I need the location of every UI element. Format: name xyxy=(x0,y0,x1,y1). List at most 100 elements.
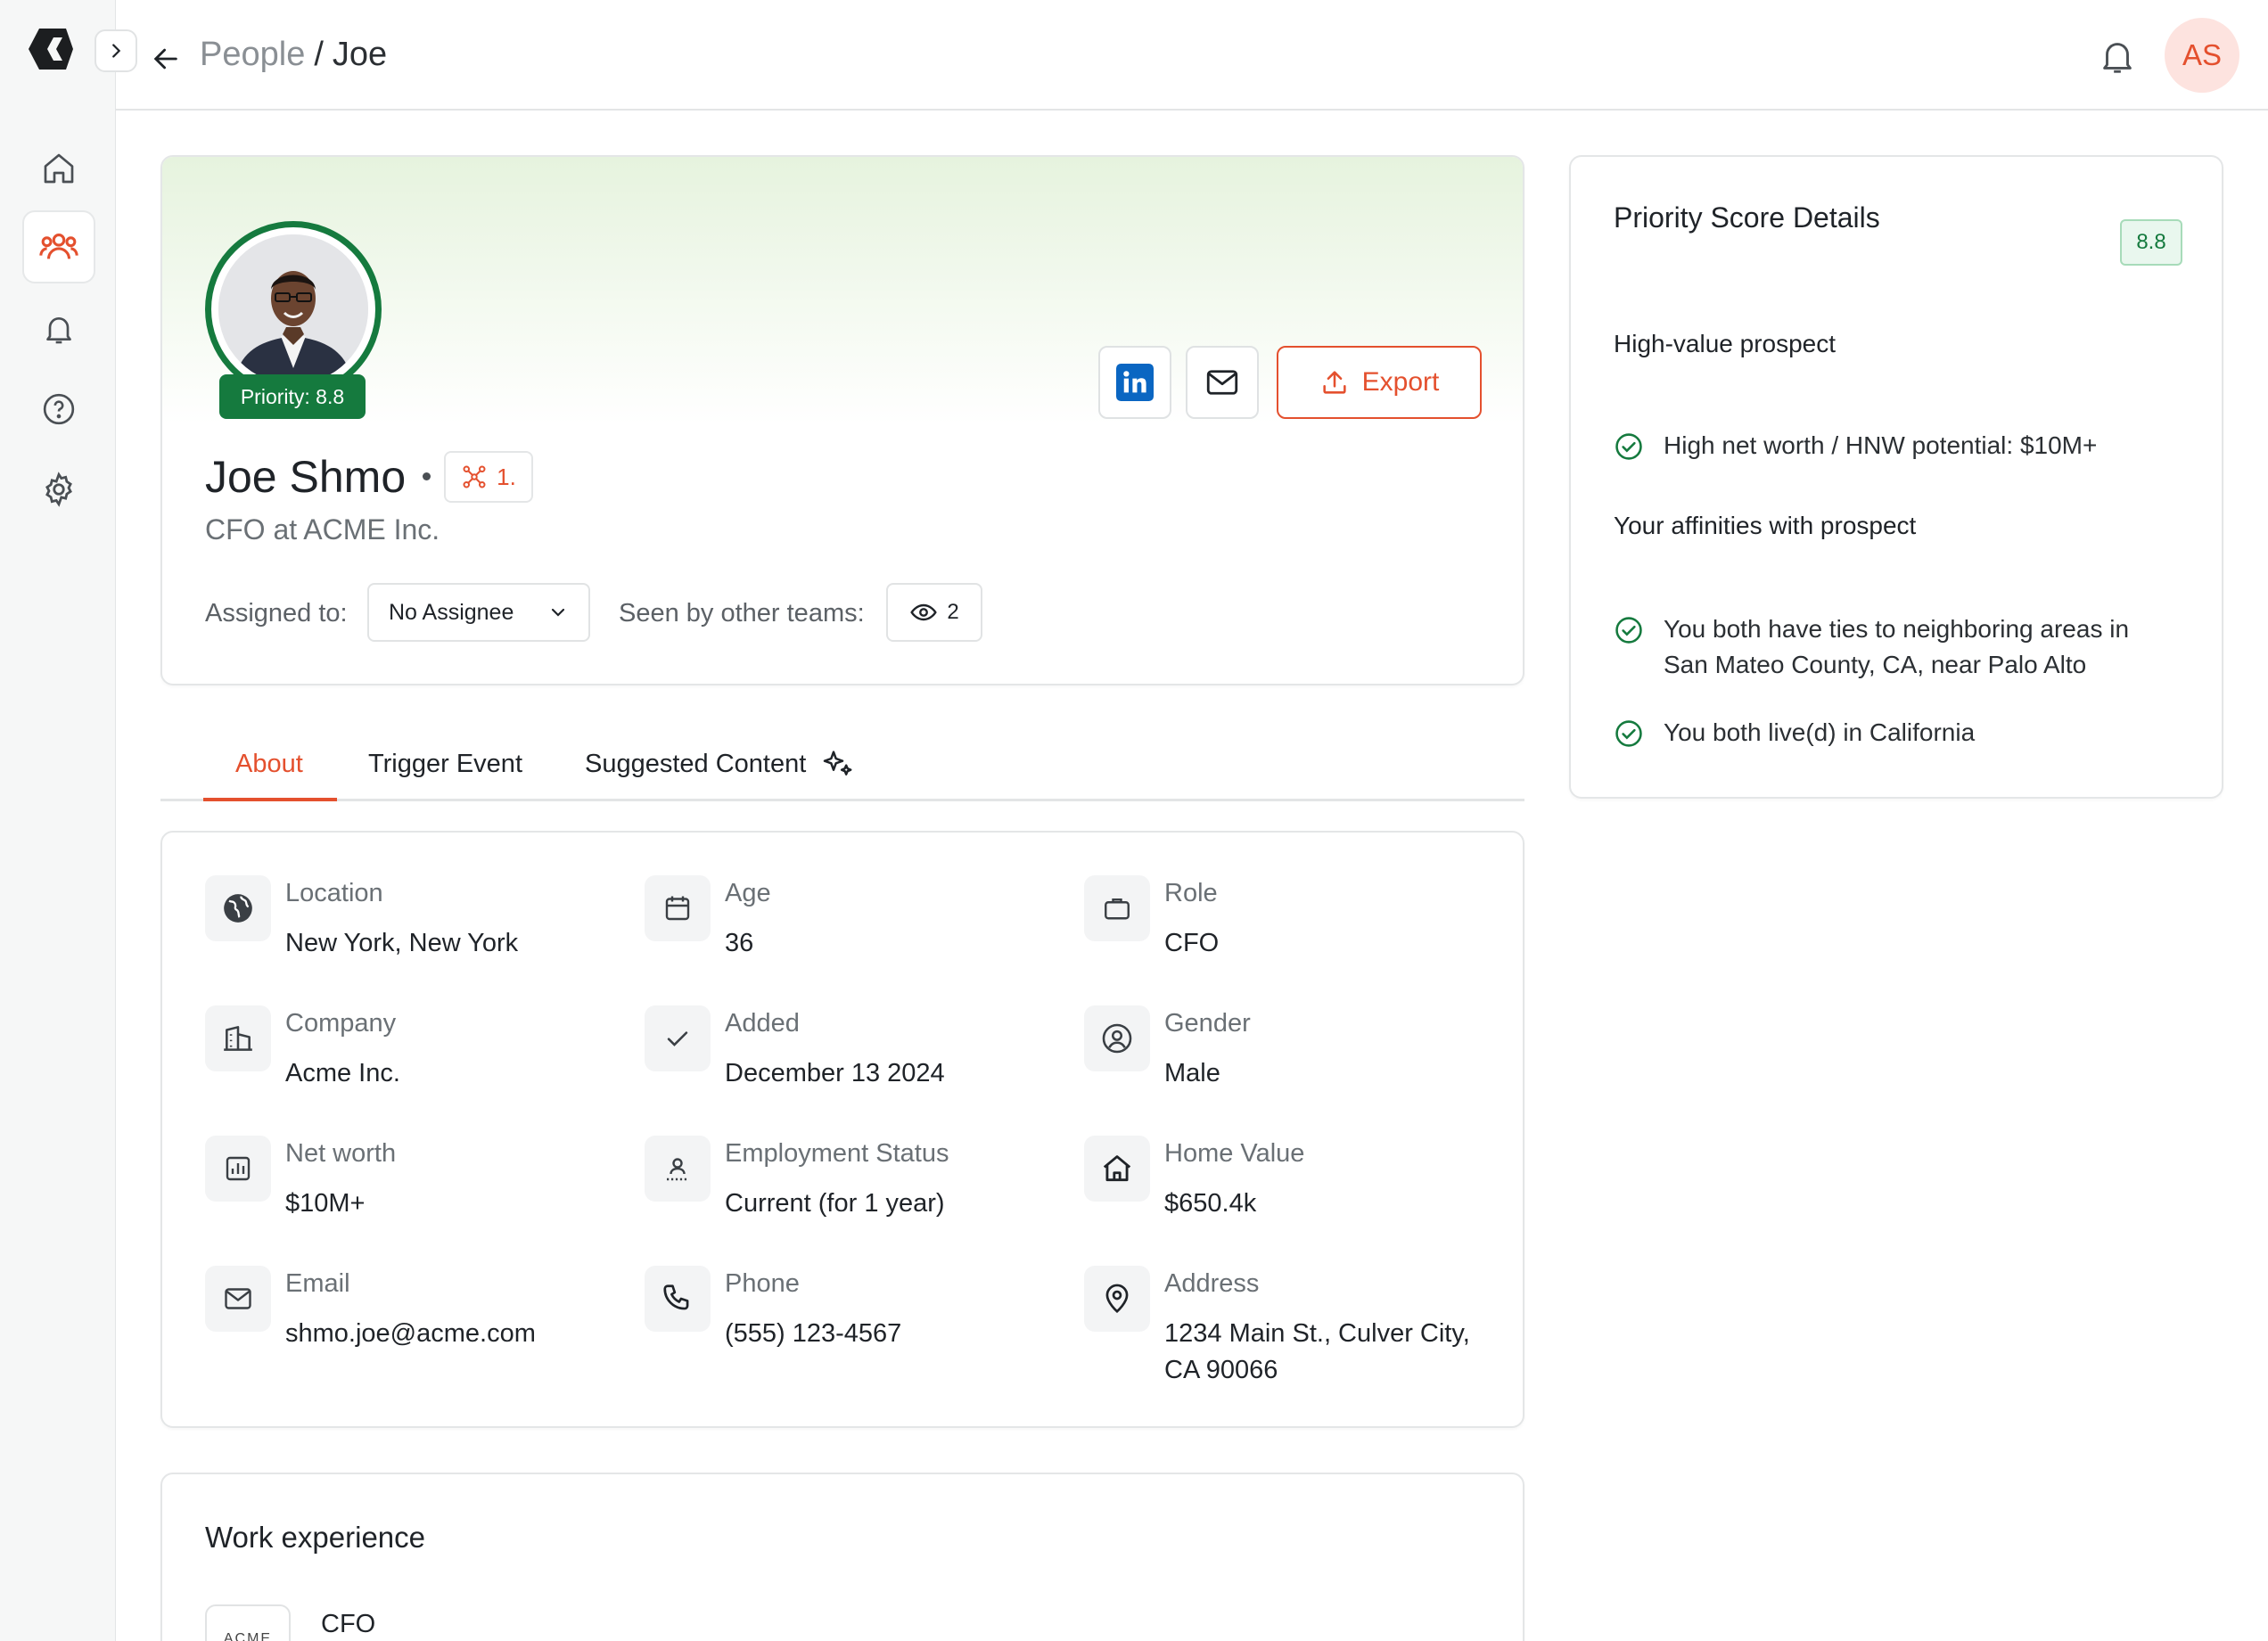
tab-trigger-event-label: Trigger Event xyxy=(368,749,522,778)
seen-by-teams-button[interactable]: 2 xyxy=(886,583,982,642)
profile-tabs: About Trigger Event Suggested Content xyxy=(160,726,1524,801)
score-reason-item: High net worth / HNW potential: $10M+ xyxy=(1614,428,2163,464)
info-value-link[interactable]: shmo.joe@acme.com xyxy=(285,1316,536,1352)
arrow-left-icon xyxy=(153,48,177,70)
affinity-text: You both have ties to neighboring areas … xyxy=(1664,615,2130,678)
assignee-value: No Assignee xyxy=(389,599,514,625)
house-icon-wrap xyxy=(1084,1136,1150,1202)
briefcase-icon xyxy=(1105,898,1130,920)
check-icon xyxy=(667,1031,688,1046)
mail-icon-wrap xyxy=(205,1266,271,1332)
breadcrumb-current: Joe xyxy=(332,36,388,73)
employee-icon-wrap xyxy=(645,1136,711,1202)
connection-degree: 1. xyxy=(497,463,516,490)
breadcrumb: People / Joe xyxy=(200,36,387,74)
building-icon-wrap xyxy=(205,1005,271,1071)
sidebar xyxy=(0,0,116,1641)
nav-notifications[interactable] xyxy=(22,292,95,365)
address-line-1: 1234 Main St., Culver City, xyxy=(1164,1319,1470,1348)
info-label: Age xyxy=(725,879,771,907)
sidebar-expand-button[interactable] xyxy=(94,29,137,72)
affinity-item: You both have ties to neighboring areas … xyxy=(1614,611,2163,683)
company-logo: ACME xyxy=(205,1604,291,1641)
seen-label: Seen by other teams: xyxy=(619,599,865,628)
notifications-bell-icon[interactable] xyxy=(2097,36,2138,77)
info-label: Added xyxy=(725,1009,800,1038)
export-button[interactable]: Export xyxy=(1277,346,1482,419)
info-value: 36 xyxy=(725,929,754,957)
chevron-down-icon xyxy=(551,608,565,617)
calendar-icon xyxy=(665,896,690,921)
person-circle-icon-wrap xyxy=(1084,1005,1150,1071)
score-reason-text: High net worth / HNW potential: $10M+ xyxy=(1664,431,2098,459)
active-tab-indicator xyxy=(203,798,337,801)
affinity-text: You both live(d) in California xyxy=(1664,718,1976,746)
info-value: $10M+ xyxy=(285,1189,366,1218)
eye-icon xyxy=(910,603,938,621)
people-icon xyxy=(39,234,78,259)
network-icon xyxy=(463,465,486,488)
connection-degree-badge[interactable]: 1. xyxy=(444,451,533,503)
globe-icon xyxy=(224,894,252,923)
check-icon-wrap xyxy=(645,1005,711,1071)
nav-people[interactable] xyxy=(22,210,95,283)
info-label: Location xyxy=(285,879,383,907)
user-avatar[interactable]: AS xyxy=(2165,18,2239,93)
info-label: Company xyxy=(285,1009,397,1038)
info-value: Current (for 1 year) xyxy=(725,1189,945,1218)
globe-icon-wrap xyxy=(205,875,271,941)
section-affinities: Your affinities with prospect xyxy=(1614,512,1917,539)
info-value: $650.4k xyxy=(1164,1189,1257,1218)
app-logo[interactable] xyxy=(27,25,75,73)
nav-home[interactable] xyxy=(22,132,95,205)
nav-help[interactable] xyxy=(22,373,95,446)
profile-photo xyxy=(205,221,382,398)
info-value-link[interactable]: (555) 123-4567 xyxy=(725,1316,901,1352)
check-circle-icon xyxy=(1615,433,1642,460)
tab-trigger-event[interactable]: Trigger Event xyxy=(368,726,522,801)
about-card: Location New York, New York Age 36 Role … xyxy=(160,831,1524,1428)
info-value: December 13 2024 xyxy=(725,1059,945,1087)
info-label: Role xyxy=(1164,879,1218,907)
person-portrait xyxy=(218,234,368,384)
info-value: 1234 Main St., Culver City, CA 90066 xyxy=(1164,1316,1470,1389)
person-circle-icon xyxy=(1102,1023,1132,1054)
section-high-value: High-value prospect xyxy=(1614,330,1837,357)
chevron-right-icon xyxy=(112,44,121,58)
bar-chart-icon-wrap xyxy=(205,1136,271,1202)
tab-about-label: About xyxy=(235,749,303,778)
info-value: New York, New York xyxy=(285,929,519,957)
tab-about[interactable]: About xyxy=(235,726,303,801)
work-experience-title: Work experience xyxy=(205,1521,426,1554)
affinity-item: You both live(d) in California xyxy=(1614,715,2163,751)
calendar-icon-wrap xyxy=(645,875,711,941)
employee-icon xyxy=(667,1158,688,1181)
upload-icon xyxy=(1323,371,1346,394)
sparkles-icon xyxy=(824,751,852,775)
mail-icon xyxy=(1206,370,1238,395)
info-value: CFO xyxy=(1164,929,1220,957)
home-icon xyxy=(44,153,74,184)
profile-card: Priority: 8.8 Export Joe Shmo 1. CFO at … xyxy=(160,155,1524,685)
name-separator-dot xyxy=(423,472,431,480)
breadcrumb-parent[interactable]: People xyxy=(200,36,305,74)
assigned-label: Assigned to: xyxy=(205,599,348,628)
priority-score-title: Priority Score Details xyxy=(1614,201,1880,234)
help-icon xyxy=(43,393,75,425)
work-experience-card: Work experience ACME CFO xyxy=(160,1473,1524,1641)
gear-icon xyxy=(45,472,72,507)
assignee-select[interactable]: No Assignee xyxy=(367,583,590,642)
linkedin-icon xyxy=(1116,364,1154,401)
map-pin-icon-wrap xyxy=(1084,1266,1150,1332)
export-label: Export xyxy=(1361,367,1440,397)
house-icon xyxy=(1103,1155,1131,1182)
nav-settings[interactable] xyxy=(22,453,95,526)
email-button[interactable] xyxy=(1186,346,1259,419)
linkedin-button[interactable] xyxy=(1098,346,1171,419)
mail-icon xyxy=(225,1288,251,1309)
person-name: Joe Shmo xyxy=(205,452,407,502)
info-label: Phone xyxy=(725,1269,800,1298)
work-role: CFO xyxy=(321,1610,376,1638)
tab-suggested-content[interactable]: Suggested Content xyxy=(585,726,856,801)
back-button[interactable] xyxy=(148,41,184,77)
